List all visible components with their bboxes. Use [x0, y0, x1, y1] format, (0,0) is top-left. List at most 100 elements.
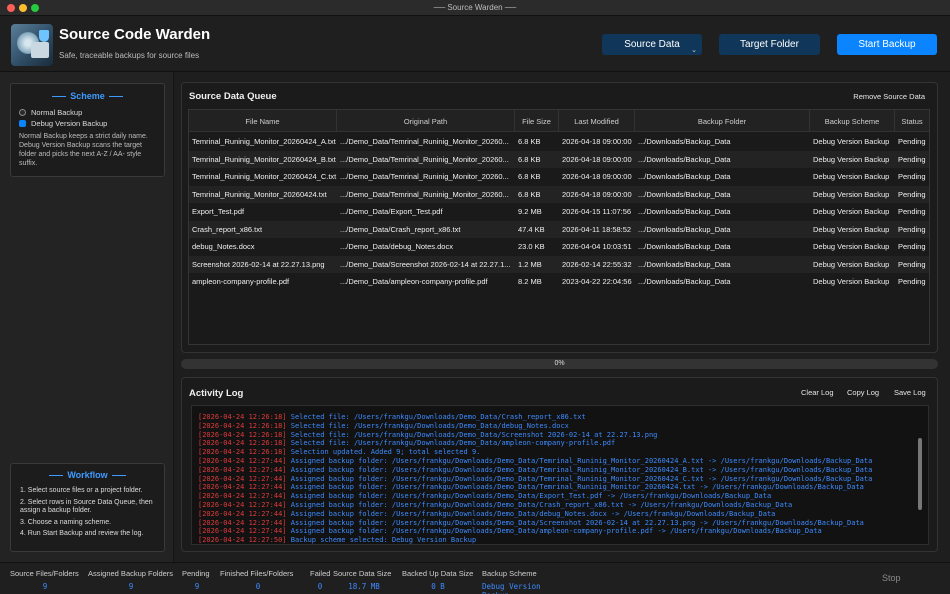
column-header-backup-scheme[interactable]: Backup Scheme [810, 110, 895, 132]
last-modified-cell: 2026-04-18 09:00:00 [562, 154, 632, 164]
source-data-table[interactable]: File Name Original Path File Size Last M… [188, 109, 930, 345]
workflow-step: 2. Select rows in Source Data Queue, the… [20, 498, 153, 515]
status-cell: Pending [898, 154, 926, 164]
log-timestamp: [2026-04-24 12:26:18] [198, 439, 287, 448]
status-value: Debug Version Backup [482, 582, 541, 594]
column-header-file-size[interactable]: File Size [515, 110, 559, 132]
save-log-button[interactable]: Save Log [894, 388, 926, 397]
log-entry: [2026-04-24 12:26:18] Selection updated.… [198, 448, 480, 456]
log-timestamp: [2026-04-24 12:26:18] [198, 448, 287, 457]
column-header-backup-folder[interactable]: Backup Folder [635, 110, 810, 132]
log-timestamp: [2026-04-24 12:26:18] [198, 430, 287, 439]
backup-scheme-cell: Debug Version Backup [813, 137, 890, 146]
log-timestamp: [2026-04-24 12:27:44] [198, 527, 287, 536]
file-name-cell: ampleon-company-profile.pdf [192, 277, 290, 286]
clear-log-button[interactable]: Clear Log [801, 388, 834, 397]
status-cell: Pending [898, 172, 926, 181]
original-path-cell: .../Demo_Data/Temrinal_Runinig_Monitor_2… [340, 137, 509, 146]
last-modified-cell: 2026-04-15 11:07:56 [562, 207, 632, 216]
table-row[interactable]: debug_Notes.docx .../Demo_Data/debug_Note… [189, 238, 929, 256]
workflow-step: 4. Run Start Backup and review the log. [20, 530, 144, 537]
log-timestamp: [2026-04-24 12:27:44] [198, 465, 287, 474]
column-header-file-name[interactable]: File Name [189, 110, 337, 132]
status-label: Failed [310, 569, 331, 578]
column-header-status[interactable]: Status [895, 110, 929, 132]
log-message: Assigned backup folder: /Users/frankgu/D… [290, 483, 864, 492]
workflow-step: 1. Select source files or a project fold… [20, 487, 143, 494]
target-folder-button[interactable]: Target Folder [719, 34, 820, 55]
activity-log-text[interactable]: [2026-04-24 12:26:18] Selected file: /Us… [191, 405, 929, 545]
log-message: Selection updated. Added 9; total select… [290, 448, 481, 457]
window-titlebar: ── Source Warden ── [0, 0, 950, 16]
log-timestamp: [2026-04-24 12:27:50] [198, 536, 287, 545]
copy-log-button[interactable]: Copy Log [847, 388, 879, 397]
log-message: Assigned backup folder: /Users/frankgu/D… [290, 518, 864, 527]
remove-source-data-button[interactable]: Remove Source Data [853, 92, 925, 101]
start-backup-button[interactable]: Start Backup [837, 34, 937, 55]
debug-version-backup-radio[interactable] [19, 120, 26, 127]
log-timestamp: [2026-04-24 12:27:44] [198, 492, 287, 501]
table-row[interactable]: Temrinal_Runinig_Monitor_20260424_B.txt.… [189, 150, 929, 168]
backup-folder-cell: .../Downloads/Backup_Data [638, 172, 731, 181]
log-entry: [2026-04-24 12:27:44] Assigned backup fo… [198, 475, 872, 483]
file-name-cell: debug_Notes.docx [192, 242, 255, 251]
debug-version-backup-option[interactable]: Debug Version Backup [19, 119, 107, 128]
workflow-heading: Workflow [11, 470, 164, 480]
status-value: 0 [255, 582, 261, 591]
status-value: 0 [317, 582, 323, 591]
workflow-steps: 1. Select source files or a project fold… [20, 487, 160, 542]
backup-scheme-cell: Debug Version Backup [813, 277, 890, 286]
log-entry: [2026-04-24 12:27:44] Assigned backup fo… [198, 527, 822, 535]
window-title: ── Source Warden ── [433, 3, 517, 12]
file-name-cell: Export_Test.pdf [192, 207, 245, 216]
source-data-label: Source Data [624, 39, 680, 50]
log-message: Selected file: /Users/frankgu/Downloads/… [290, 413, 586, 421]
original-path-cell: .../Demo_Data/ampleon-company-profile.pd… [340, 277, 488, 286]
normal-backup-option[interactable]: Normal Backup [19, 108, 82, 117]
file-name-cell: Temrinal_Runinig_Monitor_20260424_C.txt [192, 172, 337, 181]
column-header-last-modified[interactable]: Last Modified [559, 110, 635, 132]
table-row[interactable]: Export_Test.pdf .../Demo_Data/Export_Test… [189, 203, 929, 221]
table-row[interactable]: ampleon-company-profile.pdf .../Demo_Data… [189, 273, 929, 291]
status-item: Pending 9 [182, 569, 212, 591]
status-value: 9 [42, 582, 48, 591]
status-item: Source Data Size 18.7 MB [333, 569, 395, 591]
log-message: Assigned backup folder: /Users/frankgu/D… [290, 509, 776, 518]
status-value: 9 [128, 582, 134, 591]
log-scrollbar[interactable] [918, 438, 922, 510]
log-timestamp: [2026-04-24 12:26:18] [198, 421, 287, 430]
table-row[interactable]: Screenshot 2026-02-14 at 22.27.13.png...… [189, 255, 929, 273]
scheme-card: Scheme Normal Backup Debug Version Backu… [10, 83, 165, 177]
scheme-heading: Scheme [11, 91, 164, 101]
queue-title: Source Data Queue [189, 91, 277, 102]
log-message: Assigned backup folder: /Users/frankgu/D… [290, 492, 772, 501]
column-header-original-path[interactable]: Original Path [337, 110, 515, 132]
stop-button[interactable]: Stop [882, 573, 901, 583]
log-entry: [2026-04-24 12:27:44] Assigned backup fo… [198, 483, 864, 491]
normal-backup-radio[interactable] [19, 109, 26, 116]
file-name-cell: Temrinal_Runinig_Monitor_20260424.txt [192, 189, 327, 199]
last-modified-cell: 2026-04-04 10:03:51 [562, 242, 632, 251]
file-name-cell: Temrinal_Runinig_Monitor_20260424_B.txt [192, 154, 336, 164]
status-value: 0 B [431, 582, 445, 591]
log-timestamp: [2026-04-24 12:27:44] [198, 483, 287, 492]
backup-scheme-cell: Debug Version Backup [813, 259, 890, 269]
file-size-cell: 1.2 MB [518, 259, 542, 269]
backup-folder-cell: .../Downloads/Backup_Data [638, 189, 731, 199]
source-data-button[interactable]: Source Data ⌄ [602, 34, 702, 55]
log-entry: [2026-04-24 12:26:18] Selected file: /Us… [198, 431, 657, 439]
backup-folder-cell: .../Downloads/Backup_Data [638, 137, 731, 146]
status-cell: Pending [898, 207, 926, 216]
activity-log-panel: Activity Log Clear Log Copy Log Save Log… [181, 377, 938, 552]
table-row[interactable]: Temrinal_Runinig_Monitor_20260424_A.txt.… [189, 133, 929, 151]
last-modified-cell: 2026-04-11 18:58:52 [562, 224, 632, 234]
status-label: Backup Scheme [482, 569, 537, 578]
table-row[interactable]: Temrinal_Runinig_Monitor_20260424_C.txt.… [189, 168, 929, 186]
table-row[interactable]: Temrinal_Runinig_Monitor_20260424.txt...… [189, 185, 929, 203]
table-row[interactable]: Crash_report_x86.txt .../Demo_Data/Crash_… [189, 220, 929, 238]
log-message: Selected file: /Users/frankgu/Downloads/… [290, 430, 658, 439]
last-modified-cell: 2026-04-18 09:00:00 [562, 172, 632, 181]
progress-text: 0% [554, 360, 565, 367]
original-path-cell: .../Demo_Data/Temrinal_Runinig_Monitor_2… [340, 189, 509, 199]
status-cell: Pending [898, 277, 926, 286]
